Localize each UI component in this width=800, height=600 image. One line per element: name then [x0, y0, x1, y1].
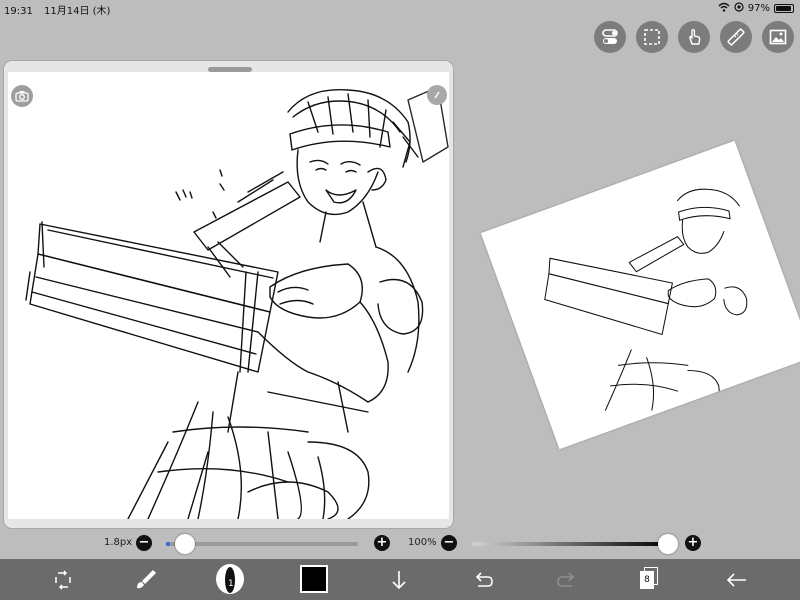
brush-size-label: 1.8px: [104, 537, 133, 548]
back-button[interactable]: [722, 565, 752, 595]
image-material-button[interactable]: [762, 21, 794, 53]
panel-close-button[interactable]: [427, 85, 447, 105]
toggle-icon: [602, 29, 618, 44]
color-swatch-button[interactable]: [300, 565, 328, 593]
opacity-label: 100%: [408, 537, 437, 548]
canvas-panel: [4, 61, 453, 528]
top-tools: [594, 21, 794, 53]
drawing-canvas[interactable]: [8, 72, 449, 519]
battery-percent: 97%: [747, 3, 770, 14]
camera-button[interactable]: [11, 85, 33, 107]
wifi-icon: [718, 2, 730, 15]
undo-icon: [475, 572, 493, 587]
opacity-decrease-button[interactable]: −: [441, 535, 457, 551]
download-icon: [392, 571, 406, 590]
layers-button[interactable]: 8: [640, 567, 658, 589]
brush-size-slider-knob[interactable]: [174, 534, 195, 554]
back-arrow-icon: [726, 573, 746, 587]
undo-button[interactable]: [468, 565, 498, 595]
toggle-button[interactable]: [594, 21, 626, 53]
opacity-slider[interactable]: [472, 542, 668, 546]
finger-tool-button[interactable]: [678, 21, 710, 53]
status-time: 19:31: [4, 6, 33, 17]
opacity-increase-button[interactable]: +: [685, 535, 701, 551]
brush-tool-button[interactable]: [131, 565, 161, 595]
layer-count: 8: [640, 571, 654, 589]
status-bar: 19:31 11月14日 (木) 97%: [0, 0, 800, 17]
camera-icon: [15, 91, 29, 102]
transform-button[interactable]: [48, 565, 78, 595]
redo-icon: [557, 572, 575, 587]
bottom-toolbar: 1.8 8: [0, 559, 800, 600]
image-icon: [769, 29, 787, 45]
selection-button[interactable]: [636, 21, 668, 53]
location-icon: [734, 2, 744, 15]
brush-size-decrease-button[interactable]: −: [136, 535, 152, 551]
status-date: 11月14日 (木): [44, 6, 111, 17]
brush-icon: [137, 570, 156, 589]
brush-size-increase-button[interactable]: +: [374, 535, 390, 551]
chevron-icon: [434, 91, 440, 99]
rotated-preview: [480, 140, 800, 450]
transform-icon: [55, 570, 71, 590]
battery-icon: [774, 4, 794, 13]
selection-icon: [644, 29, 660, 45]
sketch-drawing: [25, 86, 449, 519]
brush-size-button[interactable]: 1.8: [216, 564, 244, 594]
sliders-row: 1.8px − + 100% − +: [0, 533, 800, 555]
ruler-icon: [727, 28, 745, 46]
brush-size-value: 1.8: [228, 579, 243, 589]
preview-sketch: [544, 188, 748, 411]
opacity-slider-knob[interactable]: [658, 534, 678, 554]
ruler-button[interactable]: [720, 21, 752, 53]
redo-button[interactable]: [552, 565, 582, 595]
download-button[interactable]: [384, 565, 414, 595]
hand-tap-icon: [689, 29, 701, 45]
